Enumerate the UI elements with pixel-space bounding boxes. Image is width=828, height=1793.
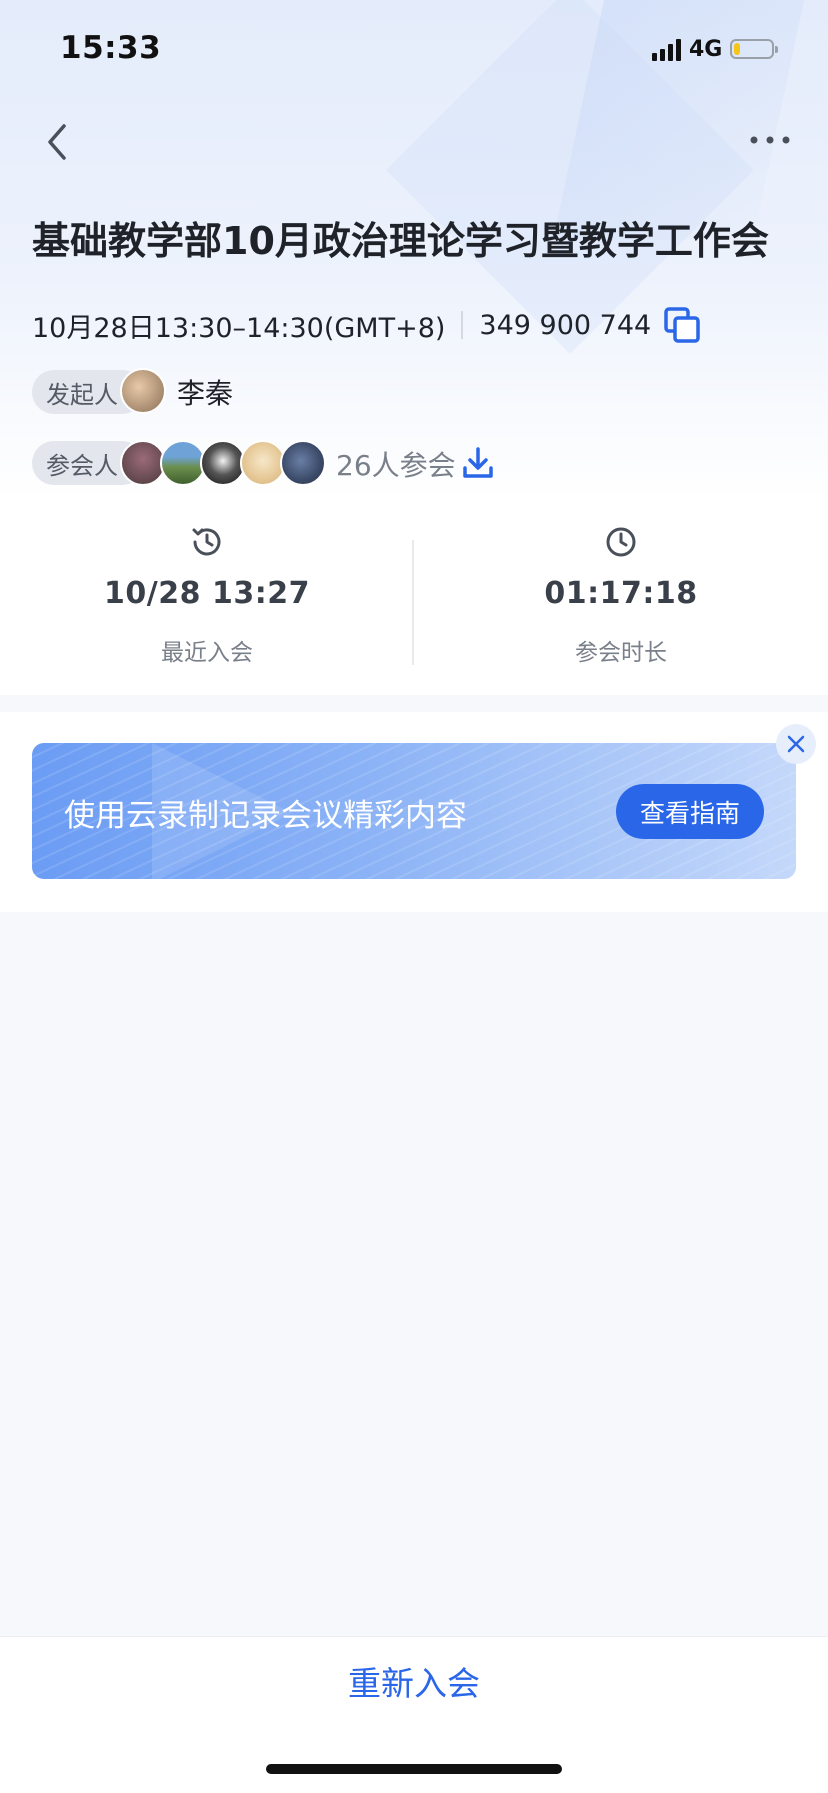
copy-icon[interactable]	[663, 306, 701, 344]
view-guide-button[interactable]: 查看指南	[616, 784, 764, 839]
clock-icon	[606, 527, 636, 557]
host-label: 发起人	[46, 380, 118, 409]
attendee-count[interactable]: 26人参会	[336, 444, 456, 484]
divider	[412, 540, 414, 665]
signal-icon	[652, 37, 681, 61]
last-join-label: 最近入会	[161, 640, 253, 666]
status-indicators: 4G	[652, 34, 779, 64]
more-icon[interactable]	[748, 128, 792, 152]
avatar[interactable]	[280, 440, 326, 486]
meeting-time: 10月28日13:30–14:30(GMT+8)	[32, 312, 446, 344]
back-icon[interactable]	[40, 118, 76, 166]
attendee-label: 参会人	[46, 451, 118, 480]
history-icon	[192, 528, 221, 556]
rejoin-button[interactable]: 重新入会	[0, 1657, 828, 1705]
battery-level	[734, 43, 741, 55]
meeting-title: 基础教学部10月政治理论学习暨教学工作会	[32, 219, 769, 263]
stats-panel: 10/28 13:27 最近入会 01:17:18 参会时长	[0, 500, 828, 695]
network-type: 4G	[689, 36, 723, 62]
divider	[461, 311, 464, 339]
meeting-meta: 10月28日13:30–14:30(GMT+8) 349 900 744	[32, 305, 701, 345]
home-indicator	[266, 1764, 562, 1774]
stat-last-join: 10/28 13:27 最近入会	[0, 500, 414, 695]
last-join-value: 10/28 13:27	[104, 576, 310, 611]
download-icon[interactable]	[462, 446, 494, 480]
close-banner-button[interactable]	[776, 724, 816, 764]
duration-label: 参会时长	[575, 640, 667, 666]
battery-icon	[730, 39, 779, 59]
host-name: 李秦	[177, 377, 234, 410]
stat-duration: 01:17:18 参会时长	[414, 500, 828, 695]
avatar[interactable]	[120, 368, 166, 414]
banner-text: 使用云录制记录会议精彩内容	[64, 798, 467, 834]
status-time: 15:33	[60, 30, 162, 66]
meeting-id: 349 900 744	[479, 309, 652, 341]
duration-value: 01:17:18	[544, 576, 698, 611]
close-icon	[787, 735, 805, 753]
